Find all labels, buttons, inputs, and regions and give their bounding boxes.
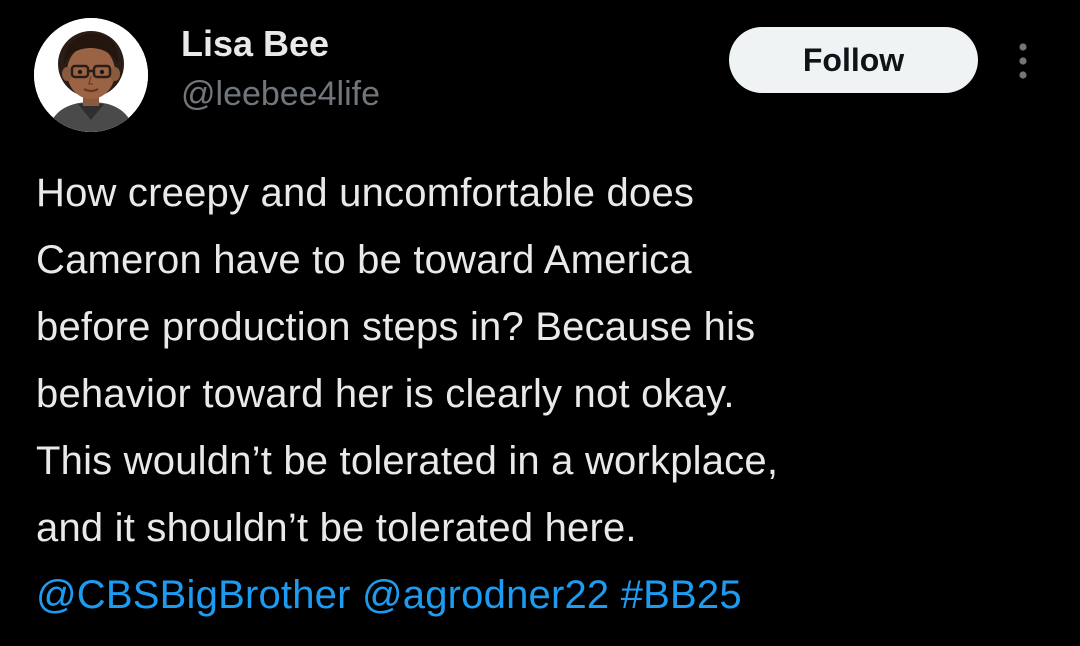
tweet-tags-line: @CBSBigBrother @agrodner22 #BB25 <box>36 562 1056 629</box>
tweet-text: How creepy and uncomfortable does Camero… <box>36 160 1056 629</box>
avatar[interactable] <box>34 18 148 132</box>
tweet-card: Lisa Bee @leebee4life Follow How creepy … <box>0 0 1080 646</box>
tweet-text-line: and it shouldn’t be tolerated here. <box>36 506 637 550</box>
author-display-name[interactable]: Lisa Bee <box>181 22 329 66</box>
tweet-text-line: This wouldn’t be tolerated in a workplac… <box>36 439 779 483</box>
more-vertical-icon[interactable] <box>1008 40 1038 82</box>
tweet-text-line: behavior toward her is clearly not okay. <box>36 372 735 416</box>
author-handle[interactable]: @leebee4life <box>181 72 380 116</box>
mention-link[interactable]: @CBSBigBrother <box>36 573 351 617</box>
tweet-text-line: How creepy and uncomfortable does <box>36 171 695 215</box>
avatar-illustration <box>34 18 148 132</box>
mention-link[interactable]: @agrodner22 <box>362 573 609 617</box>
hashtag-link[interactable]: #BB25 <box>621 573 742 617</box>
tweet-text-line: before production steps in? Because his <box>36 305 756 349</box>
tweet-text-line: Cameron have to be toward America <box>36 238 692 282</box>
follow-button[interactable]: Follow <box>729 27 978 93</box>
